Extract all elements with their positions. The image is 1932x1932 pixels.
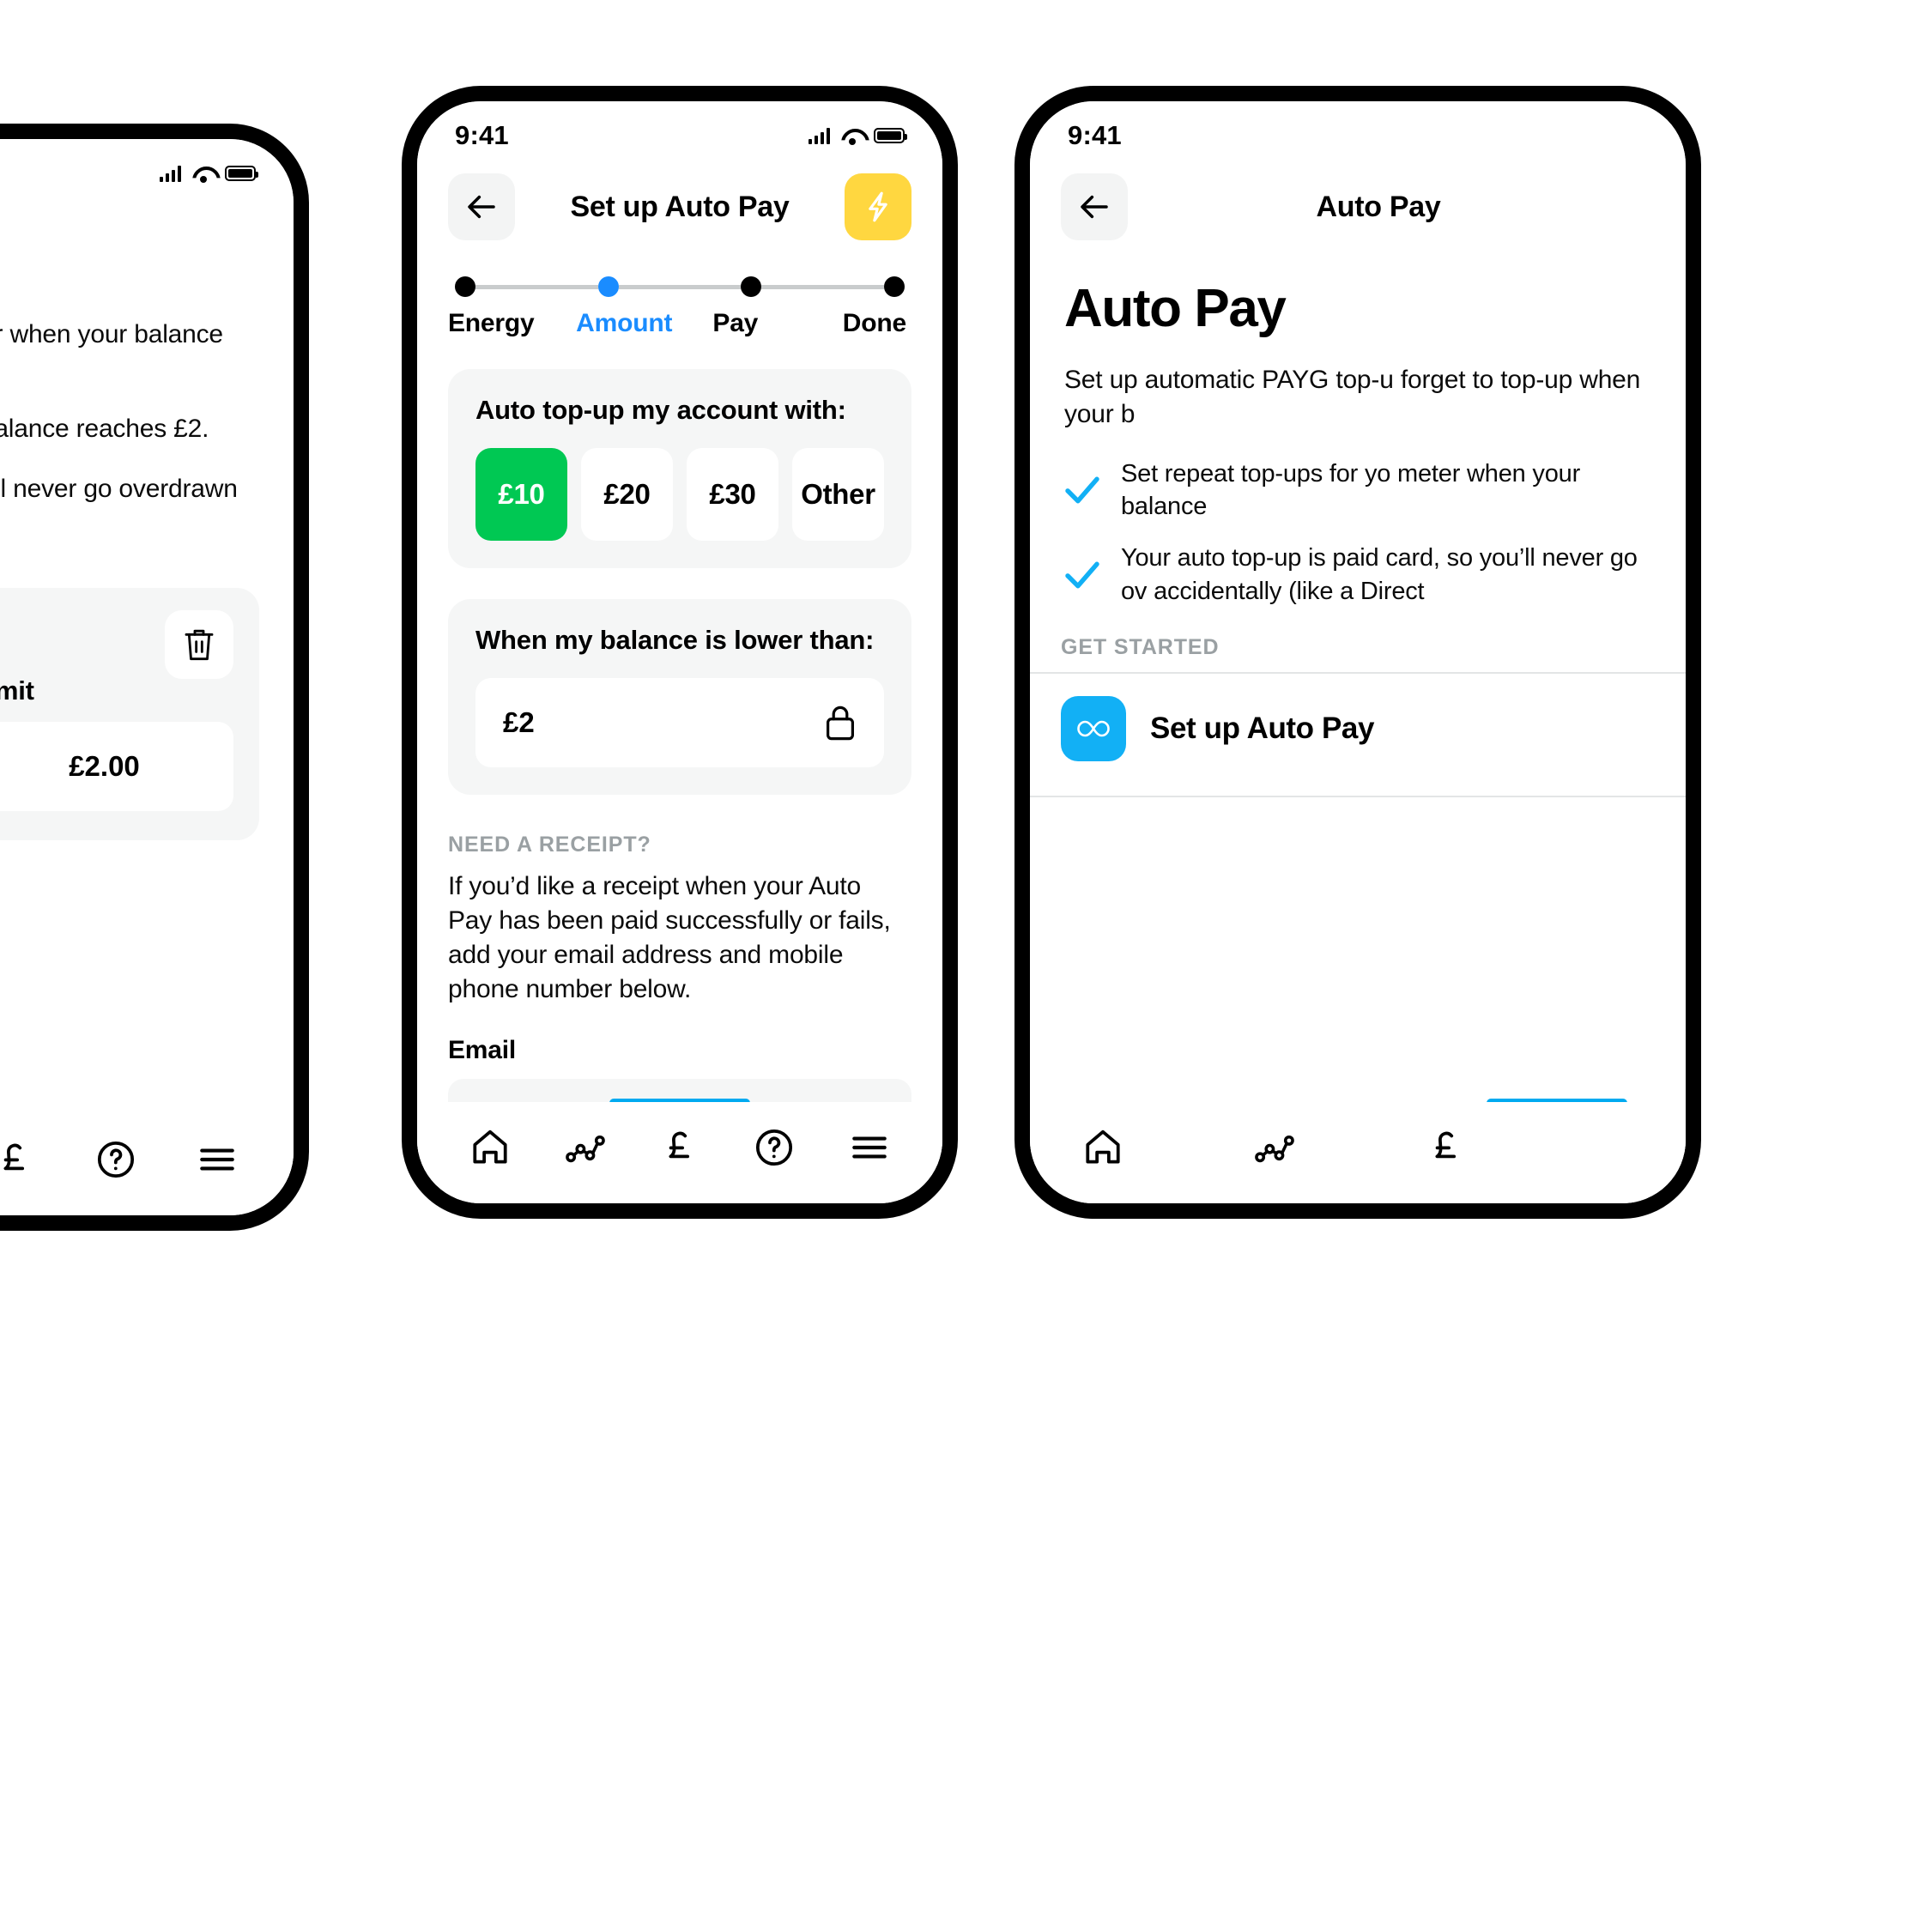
center-status-icons (808, 127, 907, 144)
left-limit-section: Credit limit £2.00 (0, 566, 294, 841)
center-nav: Set up Auto Pay (417, 154, 942, 249)
signal-icon (159, 165, 181, 182)
right-heading: Auto Pay (1064, 279, 1287, 338)
help-icon[interactable] (753, 1126, 796, 1169)
phone-left: Auto Pay c PAYG top-ups so you never whe… (0, 124, 309, 1231)
step-dot-amount[interactable] (597, 276, 619, 297)
step-dot-pay[interactable] (741, 276, 762, 297)
credit-limit-value-right[interactable]: £2.00 (0, 722, 233, 812)
pound-icon[interactable] (1425, 1126, 1468, 1169)
benefit-item-2: Your auto top-up is paid card, so you’ll… (1064, 542, 1651, 608)
check-icon (1064, 560, 1100, 590)
phone-right: 9:41 Auto Pay Auto Pay Set up automatic … (1014, 86, 1701, 1219)
center-content: Auto top-up my account with: £10 £20 £30… (417, 369, 942, 795)
wifi-icon (192, 166, 214, 182)
left-tabbar (0, 1114, 294, 1215)
screenshot-stage: Auto Pay c PAYG top-ups so you never whe… (0, 0, 1932, 1932)
menu-icon[interactable] (848, 1126, 891, 1169)
step-line-3 (761, 284, 885, 289)
benefit-item-1: Set repeat top-ups for yo meter when you… (1064, 457, 1651, 524)
step-label-done: Done (842, 309, 906, 337)
stepper-track (448, 276, 911, 297)
wifi-icon (841, 128, 863, 144)
amount-option-30[interactable]: £30 (687, 448, 778, 541)
left-page-title: Auto Pay (0, 228, 263, 262)
setup-stepper: Energy Amount Pay Done (417, 249, 942, 338)
balance-threshold-field[interactable]: £2 (475, 678, 884, 767)
list-item-setup-auto-pay[interactable]: Set up Auto Pay (1030, 674, 1686, 784)
receipt-body: If you’d like a receipt when your Auto P… (448, 872, 891, 1003)
step-label-energy: Energy (448, 309, 535, 337)
pound-icon[interactable] (658, 1126, 701, 1169)
stepper-labels: Energy Amount Pay Done (448, 309, 911, 338)
center-tabbar (417, 1102, 942, 1203)
left-status-icons (159, 165, 258, 182)
battery-icon (225, 166, 258, 181)
left-nav: Auto Pay (0, 192, 294, 287)
left-screen: Auto Pay c PAYG top-ups so you never whe… (0, 139, 294, 1215)
center-statusbar: 9:41 (417, 101, 942, 154)
get-started-eyebrow: GET STARTED (1061, 634, 1220, 659)
topup-amount-options: £10 £20 £30 Other (475, 448, 884, 541)
right-tabbar (1030, 1102, 1686, 1203)
step-line-2 (618, 284, 742, 289)
left-paragraph-2: op-ups for your PAYG your balance reache… (0, 414, 209, 443)
step-dot-done[interactable] (884, 276, 905, 297)
phone-center: 9:41 Set up Auto Pay Energy Amount Pay D… (402, 86, 958, 1219)
center-status-time: 9:41 (455, 120, 509, 150)
left-paragraph-1: c PAYG top-ups so you never when your ba… (0, 320, 223, 348)
receipt-eyebrow: NEED A RECEIPT? (448, 833, 651, 857)
amount-option-other[interactable]: Other (792, 448, 884, 541)
balance-threshold-card: When my balance is lower than: £2 (448, 599, 911, 795)
right-screen: 9:41 Auto Pay Auto Pay Set up automatic … (1030, 101, 1686, 1203)
back-button[interactable] (1061, 173, 1128, 240)
center-page-title: Set up Auto Pay (570, 190, 790, 223)
lightning-bolt-icon[interactable] (845, 173, 911, 240)
amount-option-10[interactable]: £10 (475, 448, 567, 541)
lock-icon (824, 704, 857, 742)
trash-icon[interactable] (165, 610, 233, 680)
pound-icon[interactable] (0, 1138, 36, 1181)
help-icon[interactable] (94, 1138, 137, 1181)
balance-threshold-value: £2 (503, 706, 535, 738)
balance-card-title: When my balance is lower than: (475, 625, 875, 655)
list-item-label: Set up Auto Pay (1150, 711, 1375, 745)
home-icon[interactable] (1081, 1126, 1124, 1169)
usage-graph-icon[interactable] (1253, 1126, 1296, 1169)
left-body: c PAYG top-ups so you never when your ba… (0, 287, 294, 540)
credit-limit-label: Credit limit (0, 675, 34, 706)
topup-card-title: Auto top-up my account with: (475, 395, 846, 425)
get-started-divider-bottom (1030, 795, 1686, 797)
right-status-time: 9:41 (1068, 120, 1122, 150)
benefit-text-2: Your auto top-up is paid card, so you’ll… (1121, 544, 1638, 605)
topup-amount-card: Auto top-up my account with: £10 £20 £30… (448, 369, 911, 568)
credit-limit-fields: £2.00 (0, 722, 233, 812)
menu-icon[interactable] (196, 1138, 239, 1181)
right-page-title: Auto Pay (1316, 190, 1441, 223)
left-paragraph-3: op-up is paid with your bank ll never go… (0, 474, 238, 503)
back-button[interactable] (448, 173, 515, 240)
signal-icon (808, 127, 830, 144)
amount-option-20[interactable]: £20 (581, 448, 673, 541)
usage-graph-icon[interactable] (564, 1126, 607, 1169)
battery-icon (874, 128, 907, 143)
center-screen: 9:41 Set up Auto Pay Energy Amount Pay D… (417, 101, 942, 1203)
benefit-text-1: Set repeat top-ups for yo meter when you… (1121, 459, 1581, 521)
home-icon[interactable] (469, 1126, 512, 1169)
right-body: Auto Pay Set up automatic PAYG top-u for… (1030, 278, 1686, 608)
step-label-pay: Pay (712, 309, 759, 337)
credit-limit-card: Credit limit £2.00 (0, 588, 259, 841)
check-icon (1064, 475, 1100, 505)
step-dot-energy[interactable] (455, 276, 475, 297)
left-statusbar (0, 139, 294, 192)
step-label-amount: Amount (576, 309, 673, 337)
right-nav: Auto Pay (1030, 154, 1686, 249)
right-statusbar: 9:41 (1030, 101, 1686, 154)
infinity-icon (1061, 695, 1126, 761)
step-line-1 (475, 284, 598, 289)
right-intro: Set up automatic PAYG top-u forget to to… (1064, 366, 1641, 428)
email-label: Email (448, 1035, 517, 1064)
